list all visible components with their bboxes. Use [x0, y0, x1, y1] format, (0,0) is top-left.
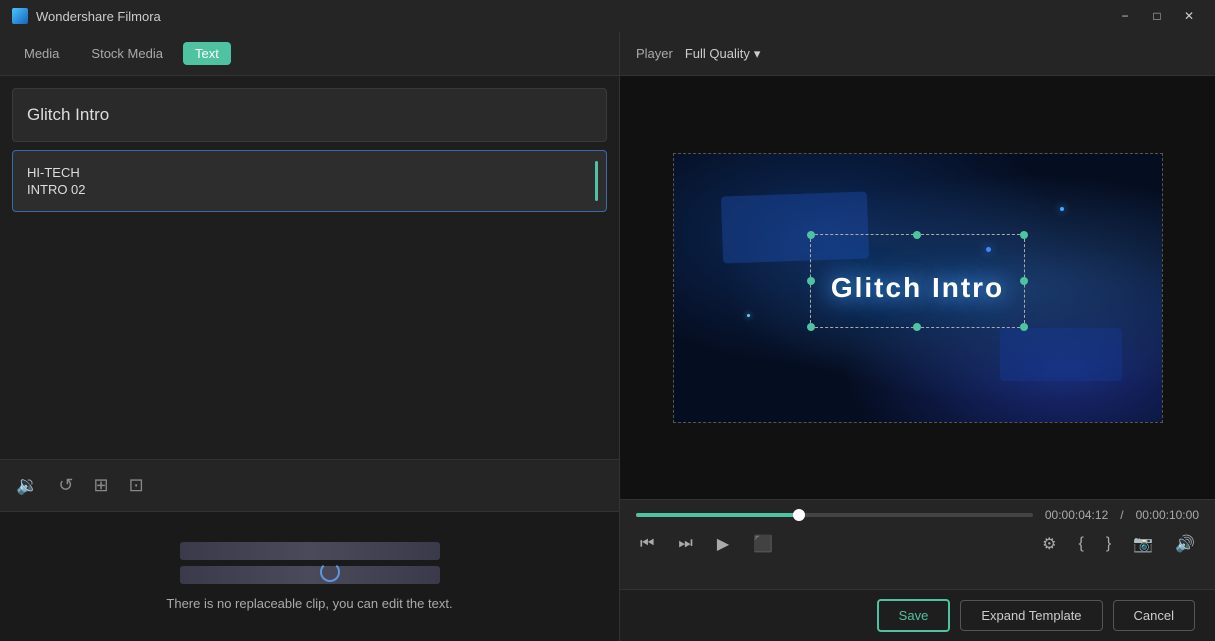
- cancel-button[interactable]: Cancel: [1113, 600, 1195, 631]
- handle-top-left[interactable]: [807, 231, 815, 239]
- player-label: Player: [636, 46, 673, 61]
- volume-button[interactable]: 🔊: [1171, 530, 1199, 558]
- controls-row: ⏮ ⏭ ▶ ⬛ ⚙ { } 📷 🔊: [636, 530, 1199, 558]
- audio-icon[interactable]: 🔉: [16, 475, 38, 496]
- expand-template-button[interactable]: Expand Template: [960, 600, 1102, 631]
- particle-2: [747, 314, 750, 317]
- titlebar: Wondershare Filmora − □ ✕: [0, 0, 1215, 32]
- quality-select[interactable]: Full Quality ▾: [685, 46, 761, 62]
- progress-thumb: [793, 509, 805, 521]
- titlebar-left: Wondershare Filmora: [12, 8, 161, 24]
- left-bottom: 🔉 ↺ ⊞ ⊡ There is no repla: [0, 459, 619, 641]
- handle-middle-left[interactable]: [807, 277, 815, 285]
- crop-icon[interactable]: ⊞: [94, 475, 109, 496]
- tab-bar: Media Stock Media Text: [0, 32, 619, 76]
- left-panel-inner: Media Stock Media Text Glitch Intro HI-T…: [0, 32, 619, 641]
- app-title: Wondershare Filmora: [36, 9, 161, 24]
- timeline-bar-bottom-container: [180, 566, 440, 584]
- minimize-button[interactable]: −: [1111, 4, 1139, 28]
- no-clip-text: There is no replaceable clip, you can ed…: [166, 596, 452, 611]
- tab-media[interactable]: Media: [12, 42, 71, 65]
- left-panel: Media Stock Media Text Glitch Intro HI-T…: [0, 32, 620, 641]
- tab-text[interactable]: Text: [183, 42, 231, 65]
- bottom-toolbar: 🔉 ↺ ⊞ ⊡: [0, 459, 619, 511]
- split-icon[interactable]: ⊡: [129, 475, 144, 496]
- timeline-bar-bottom: [180, 566, 440, 584]
- deco-box-2: [1000, 328, 1122, 382]
- template-item-text: HI-TECH INTRO 02: [27, 165, 86, 197]
- template-list: Glitch Intro HI-TECH INTRO 02: [0, 76, 619, 459]
- selection-box: [810, 234, 1025, 328]
- time-current: 00:00:04:12: [1045, 508, 1108, 522]
- handle-top-right[interactable]: [1020, 231, 1028, 239]
- right-panel: Player Full Quality ▾ Glitch: [620, 32, 1215, 641]
- settings-button[interactable]: ⚙: [1038, 530, 1060, 558]
- maximize-button[interactable]: □: [1143, 4, 1171, 28]
- loading-cursor: [320, 562, 340, 582]
- player-controls: 00:00:04:12 / 00:00:10:00 ⏮ ⏭ ▶ ⬛ ⚙ { } …: [620, 499, 1215, 589]
- timeline-bar-top: [180, 542, 440, 560]
- template-item-hitech[interactable]: HI-TECH INTRO 02: [12, 150, 607, 212]
- video-background: Glitch Intro: [674, 154, 1162, 422]
- titlebar-controls: − □ ✕: [1111, 4, 1203, 28]
- chevron-down-icon: ▾: [754, 46, 761, 62]
- player-header: Player Full Quality ▾: [620, 32, 1215, 76]
- tab-stock-media[interactable]: Stock Media: [79, 42, 175, 65]
- progress-row: 00:00:04:12 / 00:00:10:00: [636, 508, 1199, 522]
- main-content: Media Stock Media Text Glitch Intro HI-T…: [0, 32, 1215, 641]
- glitch-intro-card[interactable]: Glitch Intro: [12, 88, 607, 142]
- step-back-button[interactable]: ⏭: [674, 531, 696, 557]
- handle-middle-right[interactable]: [1020, 277, 1028, 285]
- play-button[interactable]: ▶: [713, 530, 733, 558]
- quality-label: Full Quality: [685, 46, 750, 61]
- particle-1: [1060, 207, 1064, 211]
- handle-bottom-right[interactable]: [1020, 323, 1028, 331]
- screenshot-button[interactable]: 📷: [1129, 530, 1157, 558]
- template-item-line2: INTRO 02: [27, 182, 86, 197]
- progress-bar[interactable]: [636, 513, 1033, 517]
- rotate-icon[interactable]: ↺: [58, 475, 73, 496]
- rewind-button[interactable]: ⏮: [636, 531, 658, 557]
- stop-button[interactable]: ⬛: [749, 530, 777, 558]
- controls-right: ⚙ { } 📷 🔊: [1038, 530, 1199, 558]
- save-button[interactable]: Save: [877, 599, 951, 632]
- bracket-left-button[interactable]: {: [1074, 531, 1087, 557]
- handle-top-center[interactable]: [913, 231, 921, 239]
- close-button[interactable]: ✕: [1175, 4, 1203, 28]
- action-bar: Save Expand Template Cancel: [620, 589, 1215, 641]
- glitch-intro-label: Glitch Intro: [27, 105, 109, 124]
- video-preview: Glitch Intro: [673, 153, 1163, 423]
- bracket-right-button[interactable]: }: [1102, 531, 1115, 557]
- video-area: Glitch Intro: [620, 76, 1215, 499]
- timeline-area: There is no replaceable clip, you can ed…: [0, 511, 619, 641]
- time-total: 00:00:10:00: [1136, 508, 1199, 522]
- handle-bottom-center[interactable]: [913, 323, 921, 331]
- template-item-sidebar: [595, 161, 598, 201]
- app-icon: [12, 8, 28, 24]
- time-separator: /: [1120, 508, 1123, 522]
- handle-bottom-left[interactable]: [807, 323, 815, 331]
- timeline-bars: [180, 542, 440, 584]
- controls-left: ⏮ ⏭ ▶ ⬛: [636, 530, 777, 558]
- template-area: Glitch Intro HI-TECH INTRO 02: [0, 76, 619, 459]
- template-item-line1: HI-TECH: [27, 165, 86, 180]
- progress-fill: [636, 513, 799, 517]
